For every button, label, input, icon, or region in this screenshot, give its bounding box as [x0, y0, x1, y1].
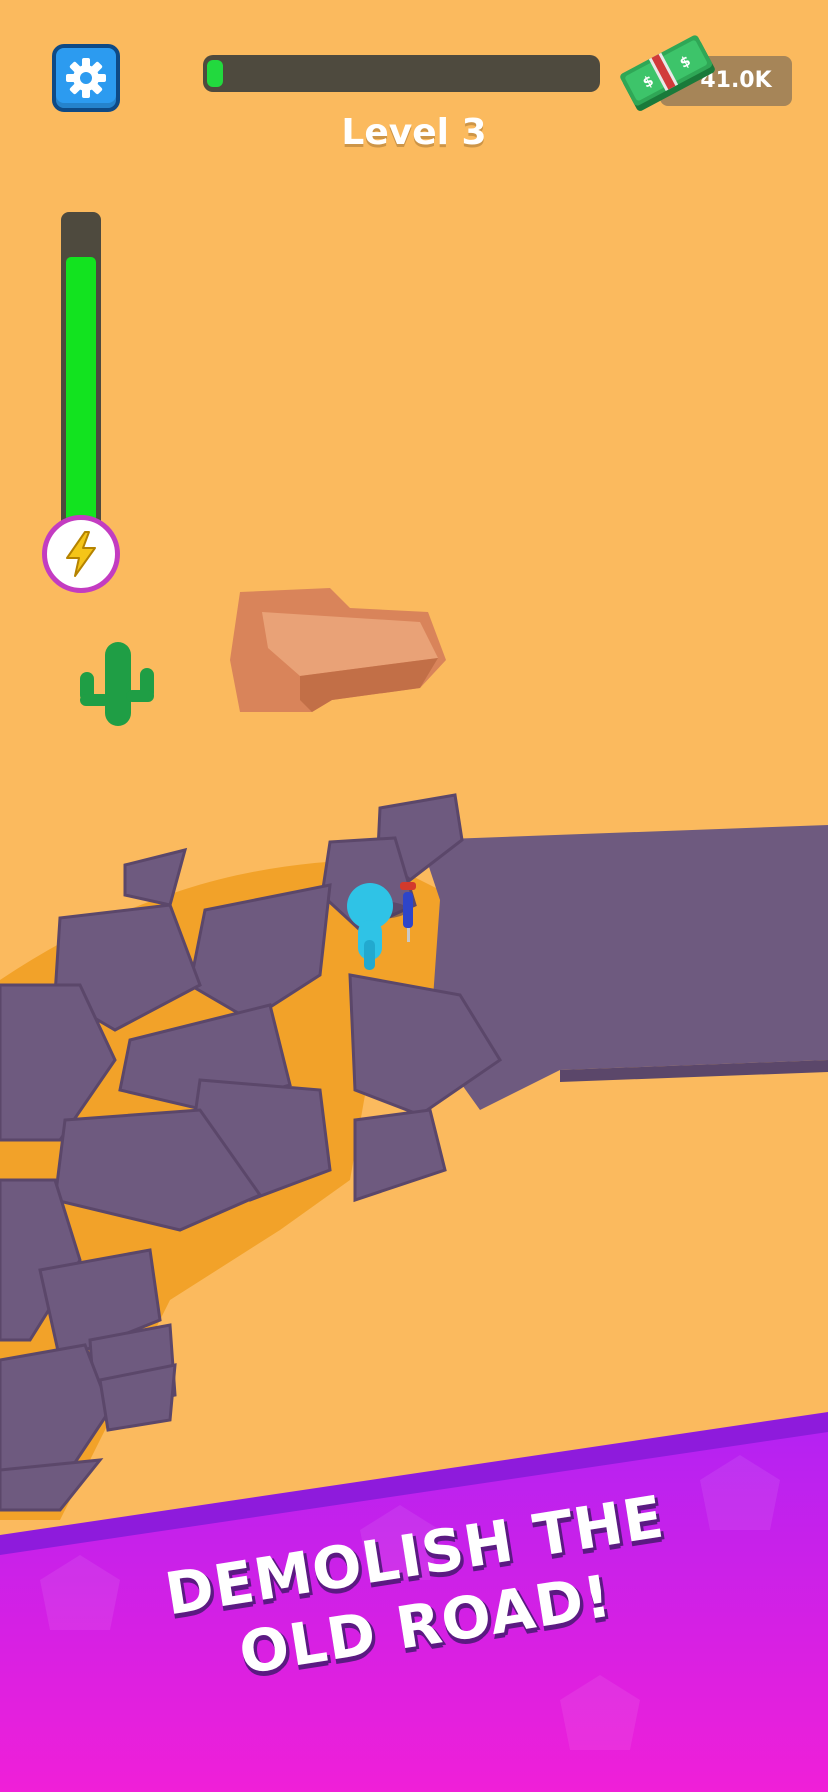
energy-badge [42, 515, 120, 593]
level-progress-bar [203, 55, 600, 92]
level-label: Level 3 [341, 112, 487, 153]
level-progress-fill [207, 60, 223, 87]
gear-icon [66, 58, 106, 98]
lightning-icon [66, 531, 96, 577]
settings-button[interactable] [52, 44, 120, 112]
desert-rock [230, 588, 446, 712]
cactus [80, 642, 154, 726]
cash-stack-icon: $ $ [620, 35, 715, 111]
energy-bar [61, 212, 101, 532]
energy-bar-fill [66, 257, 96, 527]
